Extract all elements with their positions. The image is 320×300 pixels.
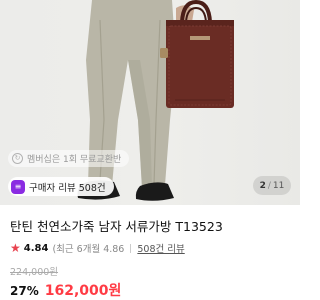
discount-rate: 27% <box>10 284 39 298</box>
product-title: 탄틴 천연소가죽 남자 서류가방 T13523 <box>10 219 223 234</box>
buyer-review-chip[interactable]: ≡ 구매자 리뷰 508건 <box>8 177 114 196</box>
buyer-review-label: 구매자 리뷰 508건 <box>29 182 106 194</box>
membership-benefit-label: 멤버십은 1회 무료교환반 <box>27 155 122 165</box>
review-count-link[interactable]: 508건 리뷰 <box>137 241 184 255</box>
refresh-circle-icon: ↻ <box>12 153 23 164</box>
pager-separator: / <box>267 180 271 191</box>
product-image[interactable]: ↻ 멤버십은 1회 무료교환반 ≡ 구매자 리뷰 508건 2 / 11 <box>0 0 300 205</box>
review-chat-icon: ≡ <box>11 179 25 194</box>
star-icon: ★ <box>10 241 21 255</box>
price-row: 27% 162,000원 <box>10 280 121 300</box>
rating-row: ★ 4.84 (최근 6개월 4.86 508건 리뷰 <box>10 241 185 255</box>
rating-divider <box>130 243 132 253</box>
pager-total: 11 <box>272 180 285 191</box>
recent-rating[interactable]: (최근 6개월 4.86 <box>52 241 124 255</box>
membership-benefit-badge: ↻ 멤버십은 1회 무료교환반 <box>8 150 130 167</box>
rating-score: 4.84 <box>23 242 49 254</box>
original-price: 224,000원 <box>10 267 59 278</box>
sale-price: 162,000원 <box>44 283 122 299</box>
product-photo-illustration <box>77 0 234 201</box>
image-pager: 2 / 11 <box>253 176 291 195</box>
pager-current: 2 <box>259 180 266 191</box>
